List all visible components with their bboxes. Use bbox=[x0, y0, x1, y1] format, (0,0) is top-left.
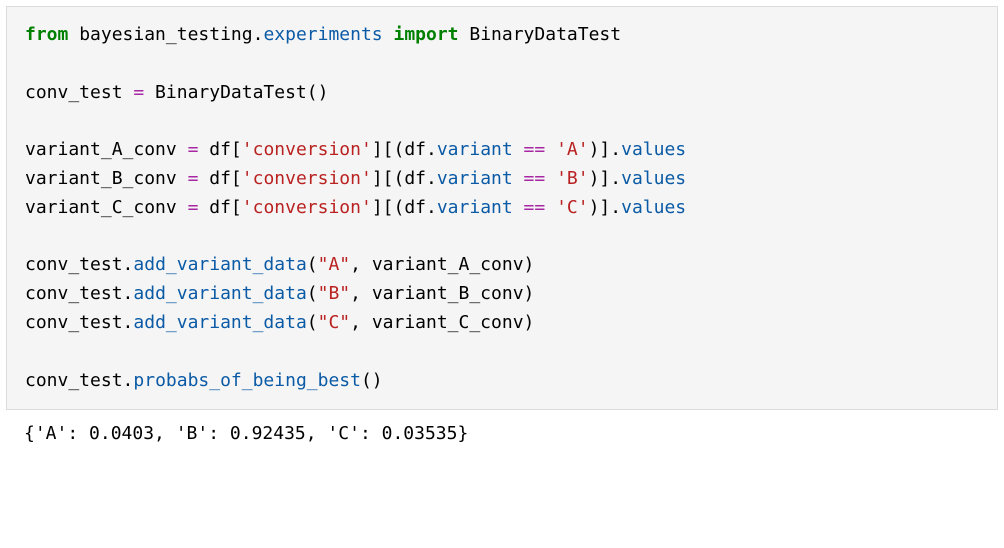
code-text: )] bbox=[589, 139, 611, 160]
method-add-variant-data: add_variant_data bbox=[133, 254, 306, 275]
space bbox=[545, 197, 556, 218]
code-text: )] bbox=[589, 197, 611, 218]
space bbox=[383, 24, 394, 45]
op-assign: = bbox=[188, 197, 199, 218]
space bbox=[513, 197, 524, 218]
call-args: , variant_A_conv) bbox=[350, 254, 534, 275]
op-eqeq: == bbox=[524, 139, 546, 160]
op-assign: = bbox=[133, 82, 144, 103]
dot: . bbox=[426, 197, 437, 218]
attr-variant: variant bbox=[437, 197, 513, 218]
method-add-variant-data: add_variant_data bbox=[133, 283, 306, 304]
output-text: {'A': 0.0403, 'B': 0.92435, 'C': 0.03535… bbox=[24, 423, 468, 444]
dot: . bbox=[253, 24, 264, 45]
space bbox=[545, 168, 556, 189]
paren-open: ( bbox=[307, 283, 318, 304]
attr-variant: variant bbox=[437, 139, 513, 160]
object-name: conv_test bbox=[25, 283, 123, 304]
code-text: )] bbox=[589, 168, 611, 189]
code-text: df[ bbox=[198, 168, 241, 189]
attr-values: values bbox=[621, 139, 686, 160]
call-args: , variant_C_conv) bbox=[350, 312, 534, 333]
string-literal: 'conversion' bbox=[242, 168, 372, 189]
paren-open: ( bbox=[307, 312, 318, 333]
dot: . bbox=[123, 283, 134, 304]
object-name: conv_test bbox=[25, 254, 123, 275]
parens: () bbox=[361, 370, 383, 391]
space bbox=[513, 139, 524, 160]
string-literal: 'B' bbox=[556, 168, 589, 189]
dot: . bbox=[426, 139, 437, 160]
keyword-from: from bbox=[25, 24, 68, 45]
code-block: from bayesian_testing.experiments import… bbox=[6, 6, 998, 410]
method-probabs-of-being-best: probabs_of_being_best bbox=[133, 370, 361, 391]
attr-variant: variant bbox=[437, 168, 513, 189]
call-args: , variant_B_conv) bbox=[350, 283, 534, 304]
attr-values: values bbox=[621, 168, 686, 189]
string-literal: 'conversion' bbox=[242, 139, 372, 160]
assign-left: conv_test bbox=[25, 82, 133, 103]
attr-values: values bbox=[621, 197, 686, 218]
dot: . bbox=[610, 197, 621, 218]
keyword-import: import bbox=[394, 24, 459, 45]
code-text: df[ bbox=[198, 139, 241, 160]
paren-open: ( bbox=[307, 254, 318, 275]
code-text: df[ bbox=[198, 197, 241, 218]
space bbox=[513, 168, 524, 189]
op-assign: = bbox=[188, 139, 199, 160]
output-block: {'A': 0.0403, 'B': 0.92435, 'C': 0.03535… bbox=[6, 416, 998, 463]
code-text: ][(df bbox=[372, 168, 426, 189]
object-name: conv_test bbox=[25, 312, 123, 333]
space bbox=[545, 139, 556, 160]
imported-name: BinaryDataTest bbox=[459, 24, 622, 45]
assign-left: variant_B_conv bbox=[25, 168, 188, 189]
dot: . bbox=[610, 139, 621, 160]
op-assign: = bbox=[188, 168, 199, 189]
string-literal: "C" bbox=[318, 312, 351, 333]
dot: . bbox=[123, 312, 134, 333]
string-literal: 'conversion' bbox=[242, 197, 372, 218]
string-literal: "A" bbox=[318, 254, 351, 275]
op-eqeq: == bbox=[524, 197, 546, 218]
dot: . bbox=[610, 168, 621, 189]
string-literal: 'A' bbox=[556, 139, 589, 160]
assign-left: variant_A_conv bbox=[25, 139, 188, 160]
string-literal: "B" bbox=[318, 283, 351, 304]
code-text: ][(df bbox=[372, 139, 426, 160]
op-eqeq: == bbox=[524, 168, 546, 189]
dot: . bbox=[123, 254, 134, 275]
method-add-variant-data: add_variant_data bbox=[133, 312, 306, 333]
code-text: ][(df bbox=[372, 197, 426, 218]
dot: . bbox=[123, 370, 134, 391]
assign-left: variant_C_conv bbox=[25, 197, 188, 218]
dot: . bbox=[426, 168, 437, 189]
module-path: bayesian_testing bbox=[68, 24, 252, 45]
submodule: experiments bbox=[263, 24, 382, 45]
string-literal: 'C' bbox=[556, 197, 589, 218]
assign-right: BinaryDataTest() bbox=[144, 82, 328, 103]
object-name: conv_test bbox=[25, 370, 123, 391]
